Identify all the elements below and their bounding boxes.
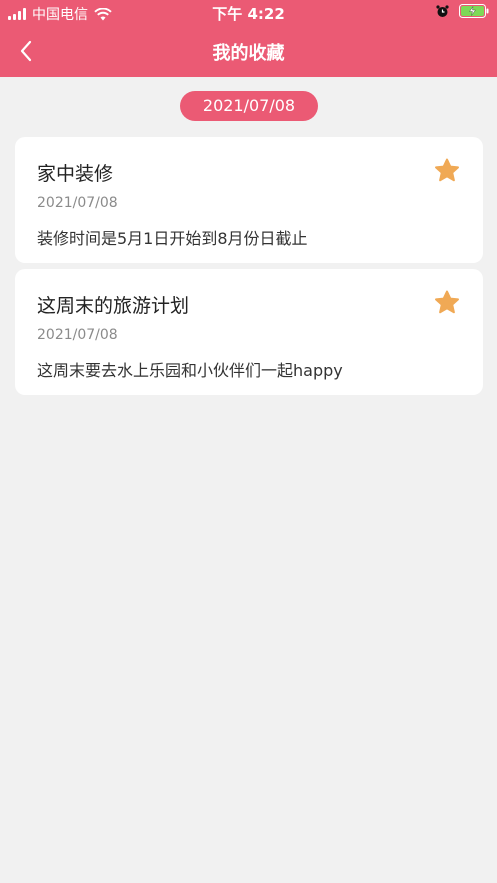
- card-title: 家中装修: [37, 163, 114, 185]
- favorite-card[interactable]: 家中装修 2021/07/08 装修时间是5月1日开始到8月份日截止: [15, 137, 483, 263]
- star-icon[interactable]: [433, 289, 461, 317]
- page-title: 我的收藏: [212, 43, 285, 64]
- date-group-badge: 2021/07/08: [180, 91, 318, 121]
- alarm-icon: [436, 4, 449, 17]
- card-date: 2021/07/08: [37, 195, 118, 211]
- nav-bar: 我的收藏: [0, 28, 497, 72]
- star-icon[interactable]: [433, 157, 461, 185]
- status-time: 下午 4:22: [212, 5, 285, 23]
- header-bar: 中国电信 下午 4:22 我的收藏: [0, 0, 497, 77]
- status-bar: 中国电信 下午 4:22: [0, 0, 497, 24]
- card-title: 这周末的旅游计划: [37, 295, 190, 317]
- favorite-card[interactable]: 这周末的旅游计划 2021/07/08 这周末要去水上乐园和小伙伴们一起happ…: [15, 269, 483, 395]
- card-description: 这周末要去水上乐园和小伙伴们一起happy: [37, 361, 343, 380]
- battery-icon: [459, 4, 489, 18]
- card-description: 装修时间是5月1日开始到8月份日截止: [37, 229, 308, 248]
- card-date: 2021/07/08: [37, 327, 118, 343]
